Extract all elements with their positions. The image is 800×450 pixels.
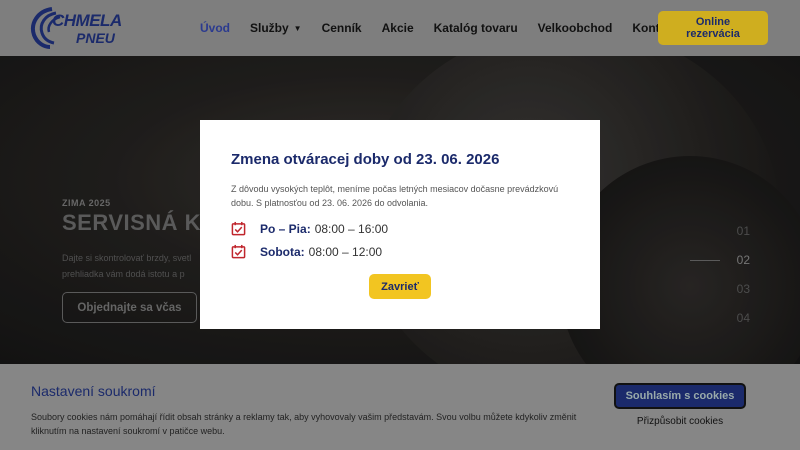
nav-label: Katalóg tovaru [433,21,518,35]
nav-item-katalog[interactable]: Katalóg tovaru [434,21,518,35]
accept-cookies-button[interactable]: Souhlasím s cookies [614,383,746,409]
cookie-text: Soubory cookies nám pomáhají řídit obsah… [31,412,577,436]
cookie-consent-bar: Nastavení soukromí Soubory cookies nám p… [0,364,800,450]
chmela-pneu-logo[interactable]: CHMELA PNEU [30,5,130,51]
site-header: CHMELA PNEU Úvod Služby ▼ Cenník Akcie Ka… [0,0,800,56]
nav-label: Velkoobchod [537,21,613,35]
nav-item-velkoobchod[interactable]: Velkoobchod [538,21,613,35]
nav-label: Služby [250,21,289,35]
nav-item-akcie[interactable]: Akcie [382,21,414,35]
nav-item-cennik[interactable]: Cenník [322,21,362,35]
modal-text: Z dôvodu vysokých teplôt, meníme počas l… [231,184,559,208]
logo-text-pneu: PNEU [76,30,115,46]
reserve-label-line1: Online [695,16,731,28]
hours-row-weekdays: Po – Pia: 08:00 – 16:00 [231,221,388,236]
logo-text-chmela: CHMELA [52,11,122,30]
chevron-down-icon: ▼ [293,23,302,33]
calendar-check-icon [231,221,246,236]
nav-item-uvod[interactable]: Úvod [200,21,230,35]
nav-label: Akcie [381,21,414,35]
nav-label: Cenník [321,21,362,35]
hours-value: 08:00 – 16:00 [314,221,389,236]
cookie-title: Nastavení soukromí [31,383,156,399]
reserve-label-line2: rezervácia [686,28,740,40]
modal-title: Zmena otváracej doby od 23. 06. 2026 [231,151,500,168]
online-reservation-button[interactable]: Online rezervácia [658,11,768,45]
main-nav: Úvod Služby ▼ Cenník Akcie Katalóg tovaru… [200,0,704,56]
nav-item-sluzby[interactable]: Služby ▼ [250,21,302,35]
hours-label: Sobota: [260,244,305,259]
calendar-check-icon [231,244,246,259]
nav-label: Úvod [200,21,230,35]
hours-label: Po – Pia: [260,221,311,236]
opening-hours-modal: Zmena otváracej doby od 23. 06. 2026 Z d… [200,120,600,329]
customize-cookies-link[interactable]: Přizpůsobit cookies [614,416,746,427]
hours-row-saturday: Sobota: 08:00 – 12:00 [231,244,382,259]
hours-value: 08:00 – 12:00 [308,244,383,259]
close-modal-button[interactable]: Zavrieť [369,274,431,299]
